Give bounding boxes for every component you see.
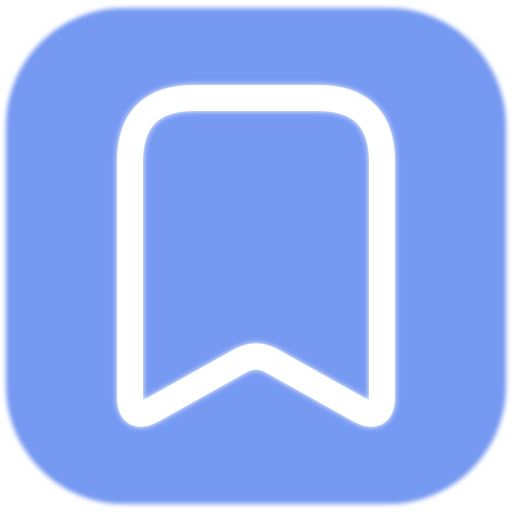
icon-background [6,8,506,504]
bookmark-minus-icon[interactable] [0,0,512,512]
app-icon-canvas [0,0,512,512]
